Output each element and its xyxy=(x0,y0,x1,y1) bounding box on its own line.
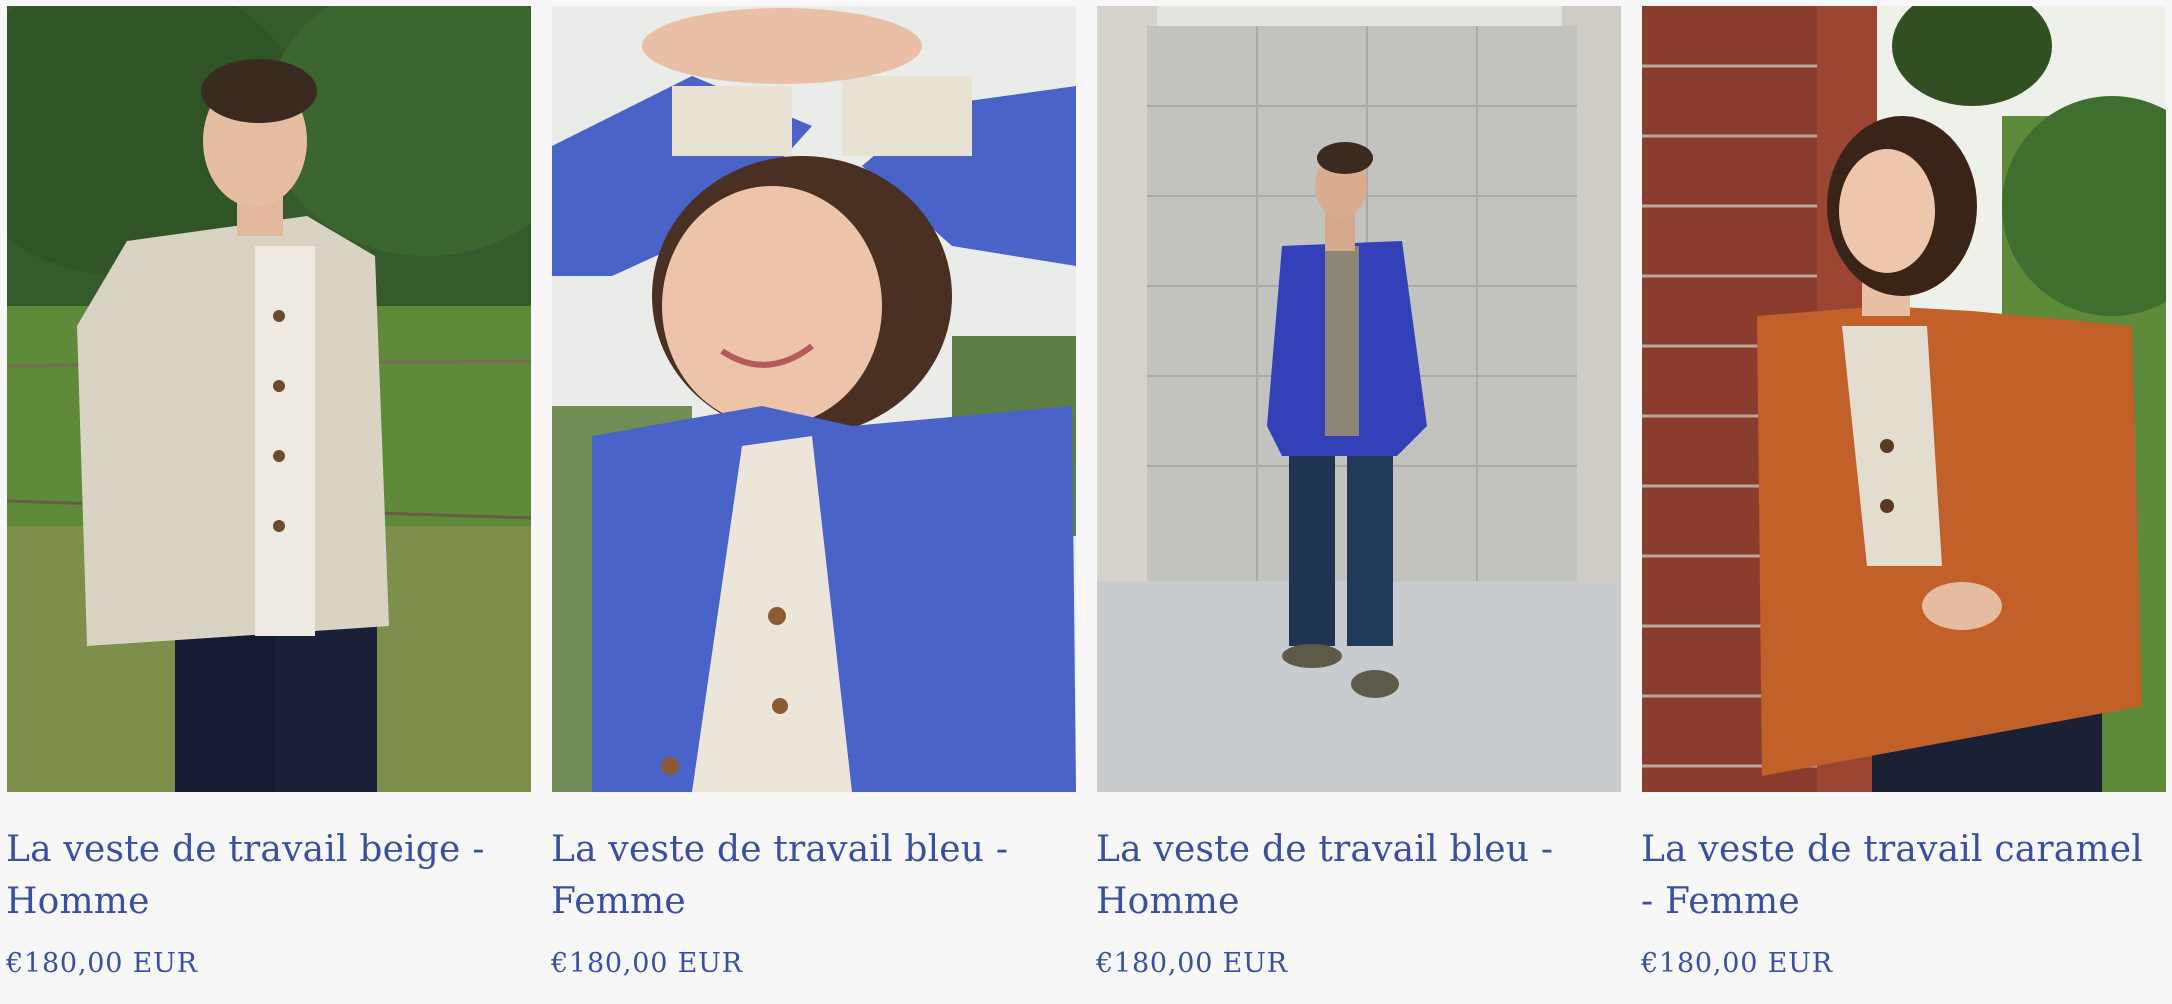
product-price: €180,00 EUR xyxy=(1641,948,1833,979)
product-image[interactable] xyxy=(552,6,1076,792)
product-price: €180,00 EUR xyxy=(1096,948,1288,979)
product-grid: La veste de travail beige - Homme €180,0… xyxy=(0,0,2172,1004)
product-price: €180,00 EUR xyxy=(6,948,198,979)
product-image[interactable] xyxy=(1097,6,1621,792)
product-title[interactable]: La veste de travail beige - Homme xyxy=(6,824,531,928)
product-photo-blue-jacket-woman xyxy=(552,6,1076,792)
product-card[interactable]: La veste de travail bleu - Femme €180,00… xyxy=(551,6,1076,980)
product-price: €180,00 EUR xyxy=(551,948,743,979)
product-title[interactable]: La veste de travail bleu - Femme xyxy=(551,824,1076,928)
product-card[interactable]: La veste de travail beige - Homme €180,0… xyxy=(6,6,531,980)
product-card[interactable]: La veste de travail bleu - Homme €180,00… xyxy=(1096,6,1621,980)
product-photo-beige-jacket xyxy=(7,6,531,792)
product-image[interactable] xyxy=(1642,6,2166,792)
product-title[interactable]: La veste de travail bleu - Homme xyxy=(1096,824,1621,928)
product-image[interactable] xyxy=(7,6,531,792)
product-card[interactable]: La veste de travail caramel - Femme €180… xyxy=(1641,6,2166,980)
product-title[interactable]: La veste de travail caramel - Femme xyxy=(1641,824,2166,928)
product-photo-blue-jacket-man xyxy=(1097,6,1621,792)
product-photo-caramel-jacket xyxy=(1642,6,2166,792)
